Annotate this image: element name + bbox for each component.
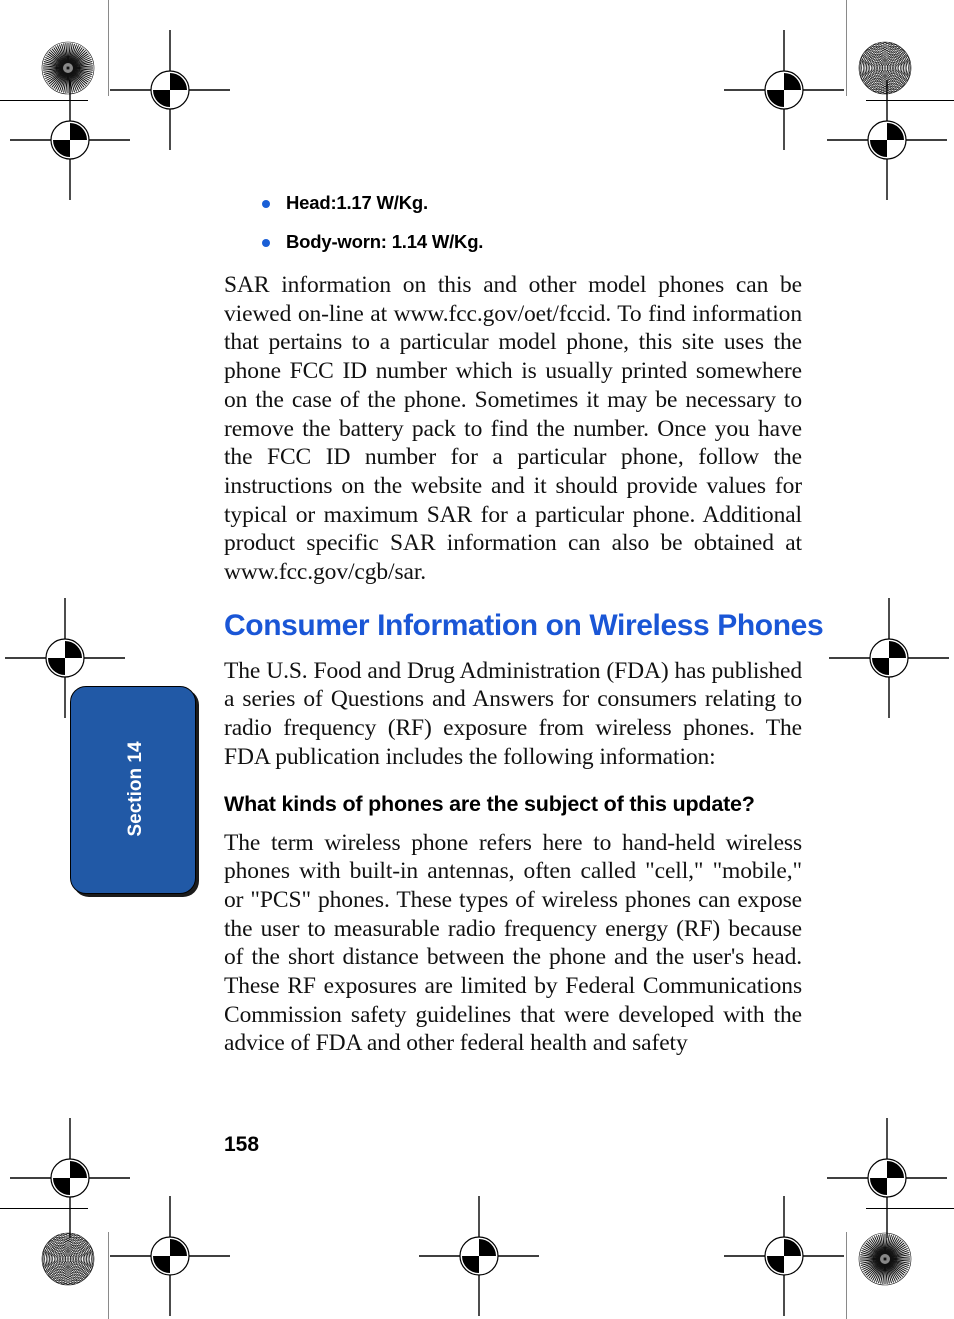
page-content: Head:1.17 W/Kg. Body-worn: 1.14 W/Kg. SA…: [224, 192, 824, 1074]
sunburst-target-icon-top-left: [41, 41, 95, 95]
list-item: Head:1.17 W/Kg.: [224, 192, 802, 214]
trim-guide-top-right-h: [866, 100, 954, 101]
sar-value-head: Head:1.17 W/Kg.: [286, 192, 428, 213]
bullet-dot-icon: [262, 239, 270, 247]
registration-crosshair-icon-bottom-left: [110, 1196, 230, 1316]
subsection-heading: What kinds of phones are the subject of …: [224, 791, 755, 816]
trim-guide-bottom-right: [846, 1232, 847, 1319]
paragraph-sar-info: SAR information on this and other model …: [224, 272, 802, 586]
moire-target-icon-bottom-left: [41, 1232, 95, 1286]
registration-crosshair-icon-upper-left: [10, 80, 130, 200]
bullet-dot-icon: [262, 200, 270, 208]
trim-guide-top-left-h: [0, 100, 88, 101]
registration-crosshair-icon-lower-left: [10, 1118, 130, 1238]
registration-crosshair-icon-top-left: [110, 30, 230, 150]
registration-crosshair-icon-upper-right: [827, 80, 947, 200]
trim-guide-right: [846, 0, 847, 96]
sunburst-target-icon-bottom-right: [858, 1232, 912, 1286]
trim-guide-bottom-left-h: [0, 1208, 88, 1209]
paragraph-phone-kinds: The term wireless phone refers here to h…: [224, 829, 802, 1057]
registration-crosshair-icon-bottom-center: [419, 1196, 539, 1316]
trim-guide-bottom-right-h: [866, 1208, 954, 1209]
section-thumb-tab: Section 14: [70, 686, 196, 894]
trim-guide-bottom-left: [108, 1232, 109, 1319]
moire-target-icon-top-right: [858, 41, 912, 95]
registration-crosshair-icon-mid-right: [829, 598, 949, 718]
sar-values-list: Head:1.17 W/Kg. Body-worn: 1.14 W/Kg.: [224, 192, 802, 253]
page-title: Consumer Information on Wireless Phones: [224, 608, 824, 642]
registration-crosshair-icon-top-right: [724, 30, 844, 150]
registration-crosshair-icon-lower-right: [827, 1118, 947, 1238]
document-page: Section 14 Head:1.17 W/Kg. Body-worn: 1.…: [0, 0, 954, 1319]
paragraph-fda-intro: The U.S. Food and Drug Administration (F…: [224, 657, 802, 770]
list-item: Body-worn: 1.14 W/Kg.: [224, 231, 802, 253]
sar-value-body-worn: Body-worn: 1.14 W/Kg.: [286, 231, 484, 252]
trim-guide-left: [108, 0, 109, 96]
page-number: 158: [224, 1133, 260, 1156]
registration-crosshair-icon-bottom-right: [724, 1196, 844, 1316]
section-tab-label: Section 14: [125, 741, 146, 837]
